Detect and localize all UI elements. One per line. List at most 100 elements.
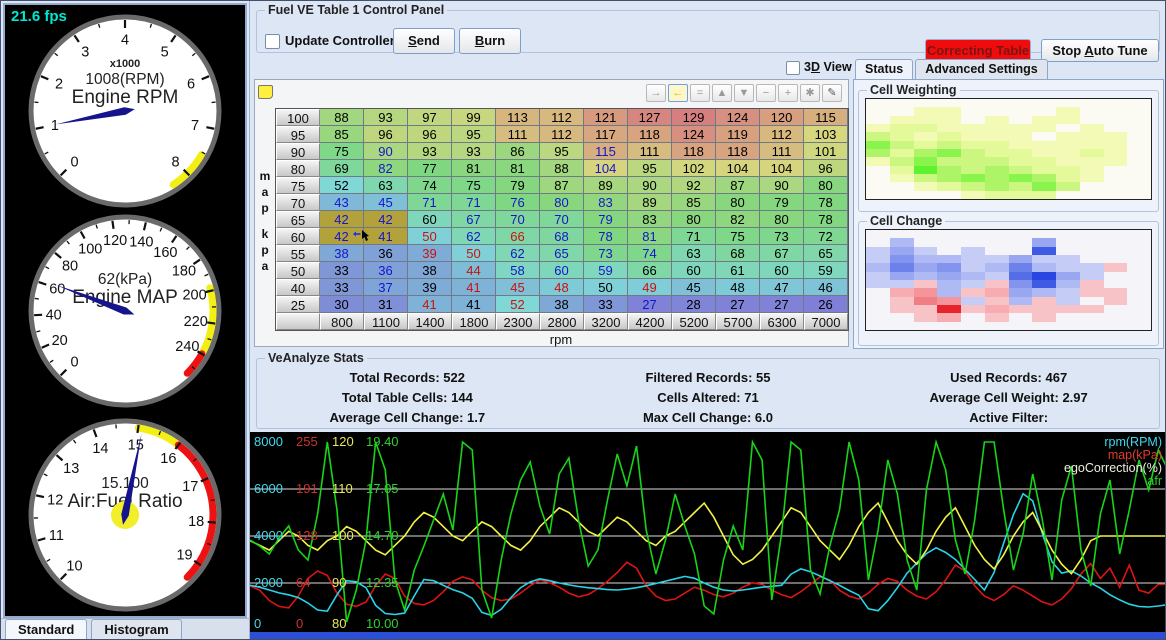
ve-cell[interactable]: 92 [672,177,716,194]
ve-cell[interactable]: 124 [672,126,716,143]
ve-cell[interactable]: 42 [320,211,364,228]
ve-cell[interactable]: 67 [452,211,496,228]
ve-cell[interactable]: 65 [540,245,584,262]
col-header-5200[interactable]: 5200 [672,313,716,330]
ve-cell[interactable]: 39 [408,279,452,296]
ve-cell[interactable]: 78 [804,194,848,211]
ve-cell[interactable]: 27 [716,296,760,313]
ve-cell[interactable]: 76 [496,194,540,211]
ve-cell[interactable]: 88 [540,160,584,177]
set-equal-icon[interactable]: = [690,84,710,102]
ve-cell[interactable]: 75 [320,143,364,160]
col-header-3200[interactable]: 3200 [584,313,628,330]
shift-right-icon[interactable]: → [646,84,666,102]
ve-cell[interactable]: 80 [804,177,848,194]
ve-cell[interactable]: 102 [672,160,716,177]
ve-cell[interactable]: 52 [320,177,364,194]
tab-advanced-settings[interactable]: Advanced Settings [915,59,1048,79]
ve-cell[interactable]: 30 [320,296,364,313]
ve-cell[interactable]: 93 [452,143,496,160]
ve-cell[interactable]: 103 [804,126,848,143]
row-header-25[interactable]: 25 [276,296,320,313]
row-header-55[interactable]: 55 [276,245,320,262]
ve-cell[interactable]: 111 [496,126,540,143]
ve-cell[interactable]: 124 [716,109,760,126]
ve-cell[interactable]: 67 [760,245,804,262]
ve-cell[interactable]: 31 [364,296,408,313]
ve-cell[interactable]: 38 [320,245,364,262]
ve-cell[interactable]: 39 [408,245,452,262]
ve-cell[interactable]: 75 [452,177,496,194]
ve-cell[interactable]: 69 [320,160,364,177]
ve-cell[interactable]: 65 [804,245,848,262]
ve-cell[interactable]: 104 [716,160,760,177]
ve-cell[interactable]: 44 [452,262,496,279]
ve-cell[interactable]: 71 [452,194,496,211]
ve-cell[interactable]: 26 [804,296,848,313]
col-header-5700[interactable]: 5700 [716,313,760,330]
ve-cell[interactable]: 60 [760,262,804,279]
ve-cell[interactable]: 95 [452,126,496,143]
ve-cell[interactable]: 62 [496,245,540,262]
ve-cell[interactable]: 78 [804,211,848,228]
ve-cell[interactable]: 111 [628,143,672,160]
ve-cell[interactable]: 38 [408,262,452,279]
ve-cell[interactable]: 115 [584,143,628,160]
ve-cell[interactable]: 93 [408,143,452,160]
ve-cell[interactable]: 87 [540,177,584,194]
row-header-70[interactable]: 70 [276,194,320,211]
ve-cell[interactable]: 52 [496,296,540,313]
col-header-7000[interactable]: 7000 [804,313,848,330]
ve-cell[interactable]: 68 [540,228,584,245]
ve-cell[interactable]: 59 [804,262,848,279]
ve-cell[interactable]: 48 [540,279,584,296]
ve-cell[interactable]: 90 [760,177,804,194]
multiply-icon[interactable]: ✱ [800,84,820,102]
ve-cell[interactable]: 27 [760,296,804,313]
ve-cell[interactable]: 118 [628,126,672,143]
ve-cell[interactable]: 37 [364,279,408,296]
ve-cell[interactable]: 80 [672,211,716,228]
row-header-60[interactable]: 60 [276,228,320,245]
ve-cell[interactable]: 50 [584,279,628,296]
dashboard-tab-standard[interactable]: Standard [5,619,87,640]
row-header-90[interactable]: 90 [276,143,320,160]
3d-view-checkbox[interactable] [786,61,800,75]
ve-cell[interactable]: 81 [452,160,496,177]
ve-cell[interactable]: 72 [804,228,848,245]
ve-cell[interactable]: 118 [716,143,760,160]
ve-cell[interactable]: 129 [672,109,716,126]
send-button[interactable]: Send [393,28,455,54]
ve-cell[interactable]: 118 [672,143,716,160]
ve-cell[interactable]: 80 [540,194,584,211]
ve-cell[interactable]: 119 [716,126,760,143]
plus-icon[interactable]: + [778,84,798,102]
note-bubble-icon[interactable] [258,85,273,99]
ve-cell[interactable]: 81 [628,228,672,245]
ve-cell[interactable]: 41 [408,296,452,313]
shift-left-icon[interactable]: ← [668,84,688,102]
ve-cell[interactable]: 95 [540,143,584,160]
ve-cell[interactable]: 74 [408,177,452,194]
col-header-6300[interactable]: 6300 [760,313,804,330]
ve-cell[interactable]: 33 [320,279,364,296]
ve-cell[interactable]: 81 [496,160,540,177]
col-header-800[interactable]: 800 [320,313,364,330]
ve-cell[interactable]: 101 [804,143,848,160]
ve-cell[interactable]: 71 [672,228,716,245]
col-header-1800[interactable]: 1800 [452,313,496,330]
ve-cell[interactable]: 41 [452,279,496,296]
ve-cell[interactable]: 104 [584,160,628,177]
ve-cell[interactable]: 50 [408,228,452,245]
ve-cell[interactable]: 46 [804,279,848,296]
ve-cell[interactable]: 75 [716,228,760,245]
ve-cell[interactable]: 60 [540,262,584,279]
chart-scroll-strip[interactable] [250,632,1166,640]
ve-cell[interactable]: 73 [584,245,628,262]
ve-cell[interactable]: 61 [716,262,760,279]
ve-cell[interactable]: 112 [760,126,804,143]
ve-cell[interactable]: 83 [628,211,672,228]
ve-cell[interactable]: 86 [496,143,540,160]
increment-icon[interactable]: ▲ [712,84,732,102]
ve-cell[interactable]: 93 [364,109,408,126]
